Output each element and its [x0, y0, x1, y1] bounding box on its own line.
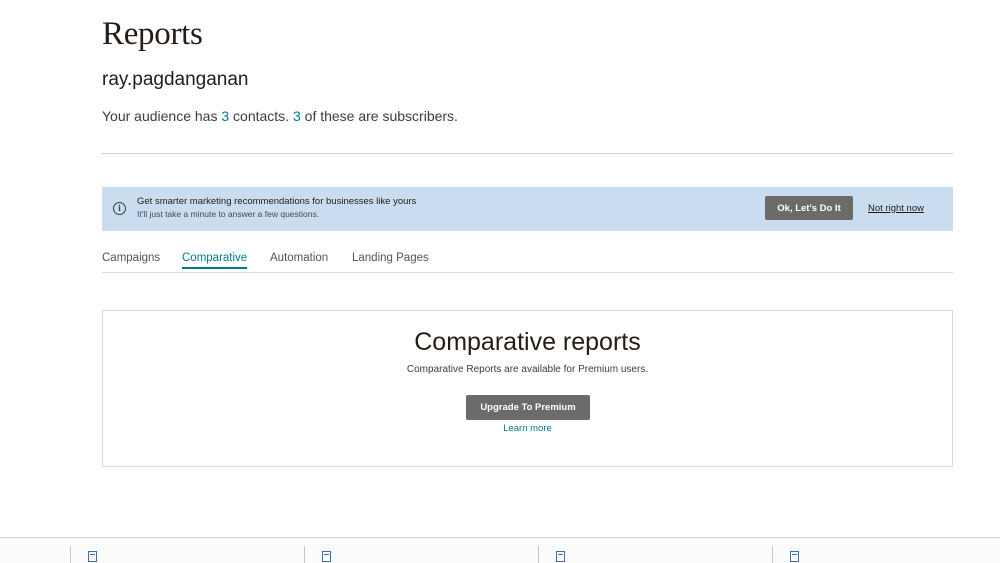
- card-title: Comparative reports: [414, 328, 641, 356]
- card-description: Comparative Reports are available for Pr…: [406, 364, 649, 375]
- tab-comparative[interactable]: Comparative: [182, 252, 248, 269]
- taskbar-item[interactable]: [790, 543, 1000, 563]
- taskbar-separator: [304, 546, 305, 563]
- learn-more-text[interactable]: Learn more: [503, 423, 552, 434]
- banner-subtext: It'll just take a minute to answer a few…: [137, 209, 320, 219]
- taskbar-item[interactable]: [322, 543, 542, 563]
- summary-middle: contacts.: [229, 108, 293, 124]
- info-circle-icon: i: [113, 202, 126, 215]
- learn-more-link: Learn more: [103, 423, 952, 434]
- taskbar-item[interactable]: [556, 543, 776, 563]
- upgrade-to-premium-button[interactable]: Upgrade To Premium: [466, 395, 590, 420]
- subscribers-count: 3: [292, 108, 301, 124]
- account-name: ray.pagdanganan: [102, 69, 249, 90]
- recommendation-banner: i Get smarter marketing recommendations …: [102, 187, 953, 231]
- tab-campaigns[interactable]: Campaigns: [102, 252, 160, 269]
- report-tabs: Campaigns Comparative Automation Landing…: [102, 252, 953, 273]
- contacts-count: 3: [221, 108, 230, 124]
- taskbar-separator: [772, 546, 773, 563]
- taskbar-separator: [70, 546, 71, 563]
- header-divider: [102, 153, 953, 154]
- not-right-now-link[interactable]: Not right now: [868, 203, 924, 214]
- audience-summary: Your audience has 3 contacts. 3 of these…: [102, 108, 458, 124]
- document-icon: [322, 551, 331, 562]
- taskbar-separator: [538, 546, 539, 563]
- document-icon: [556, 551, 565, 562]
- tab-landing-pages[interactable]: Landing Pages: [352, 252, 429, 269]
- document-icon: [790, 551, 799, 562]
- taskbar-item[interactable]: [88, 543, 308, 563]
- ok-lets-do-it-button[interactable]: Ok, Let's Do It: [765, 196, 853, 220]
- tab-automation[interactable]: Automation: [270, 252, 328, 269]
- summary-prefix: Your audience has: [102, 108, 222, 124]
- taskbar: [0, 537, 1000, 563]
- comparative-reports-card: Comparative reports Comparative Reports …: [102, 310, 953, 467]
- summary-suffix: of these are subscribers.: [300, 108, 458, 124]
- document-icon: [88, 551, 97, 562]
- page-title: Reports: [102, 16, 203, 52]
- banner-heading: Get smarter marketing recommendations fo…: [137, 196, 417, 207]
